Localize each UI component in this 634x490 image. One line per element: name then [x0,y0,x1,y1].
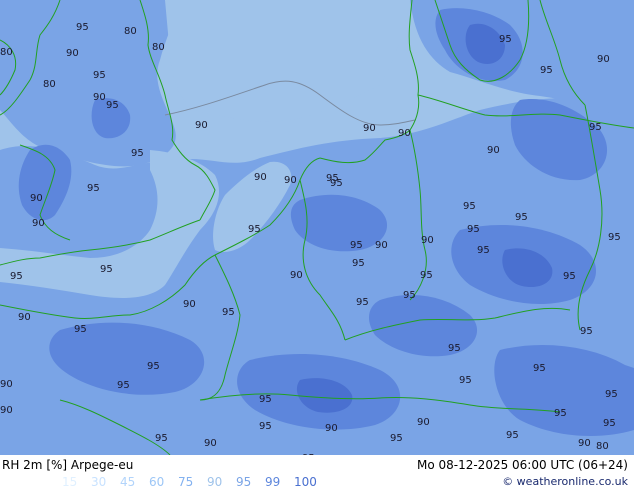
contour-label: 90 [32,218,45,229]
contour-label: 95 [259,394,272,405]
contour-label: 95 [248,224,261,235]
contour-label: 90 [284,175,297,186]
contour-label: 90 [18,312,31,323]
contour-label: 90 [363,123,376,134]
contour-label: 95 [147,361,160,372]
contour-label: 95 [87,183,100,194]
contour-label: 90 [0,379,13,390]
contour-label: 80 [43,79,56,90]
contour-label: 95 [506,430,519,441]
contour-label: 95 [515,212,528,223]
contour-label: 90 [195,120,208,131]
legend-value: 60 [149,475,165,489]
legend-value: 75 [178,475,194,489]
contour-label: 80 [124,26,137,37]
legend-value: 30 [91,475,107,489]
legend-value: 45 [120,475,136,489]
contour-label: 95 [352,258,365,269]
contour-label: 95 [420,270,433,281]
contour-label: 95 [403,290,416,301]
contour-label: 95 [74,324,87,335]
contour-label: 90 [290,270,303,281]
contour-label: 90 [417,417,430,428]
contour-label: 95 [155,433,168,444]
contour-label: 90 [375,240,388,251]
contour-label: 95 [605,389,618,400]
legend-value: 100 [294,475,317,489]
contour-label: 90 [30,193,43,204]
contour-label: 95 [467,224,480,235]
contour-label: 95 [390,433,403,444]
contour-label: 95 [350,240,363,251]
contour-label: 80 [152,42,165,53]
contour-label: 95 [76,22,89,33]
contour-label: 95 [106,100,119,111]
contour-label: 90 [421,235,434,246]
contour-label: 90 [183,299,196,310]
contour-label: 95 [608,232,621,243]
contour-label: 95 [533,363,546,374]
contour-label: 95 [540,65,553,76]
contour-label: 95 [459,375,472,386]
contour-label: 95 [259,421,272,432]
contour-label: 95 [131,148,144,159]
contour-label: 95 [580,326,593,337]
contour-label: 95 [589,122,602,133]
contour-label: 90 [487,145,500,156]
contour-label: 95 [554,408,567,419]
contour-label: 90 [204,438,217,449]
contour-label: 90 [0,405,13,416]
legend-value: 15 [62,475,78,489]
legend-value: 95 [236,475,252,489]
contour-label: 95 [563,271,576,282]
contour-label: 80 [596,441,609,452]
contour-label: 90 [254,172,267,183]
contour-label: 90 [597,54,610,65]
footer: RH 2m [%] Arpege-eu Mo 08-12-2025 06:00 … [0,455,634,490]
contour-label: 95 [603,418,616,429]
contour-label: 95 [10,271,23,282]
contour-label: 90 [398,128,411,139]
map-canvas: 95 80 80 90 80 95 80 90 95 90 95 90 90 90 90 95 90 95 90 95… [0,0,634,455]
contour-label: 90 [325,423,338,434]
rh-map: 95 80 80 90 80 95 80 90 95 90 95 90 90 90 90 95 90 95 90 95… [0,0,634,455]
contour-label: 95 [93,70,106,81]
legend-value: 90 [207,475,223,489]
contour-label: 90 [578,438,591,449]
credit-link[interactable]: © weatheronline.co.uk [502,475,628,488]
contour-label: 95 [100,264,113,275]
contour-label: 95 [448,343,461,354]
contour-label: 95 [463,201,476,212]
contour-label: 90 [66,48,79,59]
forecast-datetime: Mo 08-12-2025 06:00 UTC (06+24) [416,458,628,472]
contour-label: 95 [499,34,512,45]
contour-label: 95 [222,307,235,318]
map-title: RH 2m [%] Arpege-eu [2,458,134,472]
contour-label: 90 [93,92,106,103]
contour-label: 95 [117,380,130,391]
contour-label: 80 [0,47,13,58]
contour-label: 95 [356,297,369,308]
contour-label: 95 [477,245,490,256]
contour-label: 95 [326,173,339,184]
legend-value: 99 [265,475,281,489]
